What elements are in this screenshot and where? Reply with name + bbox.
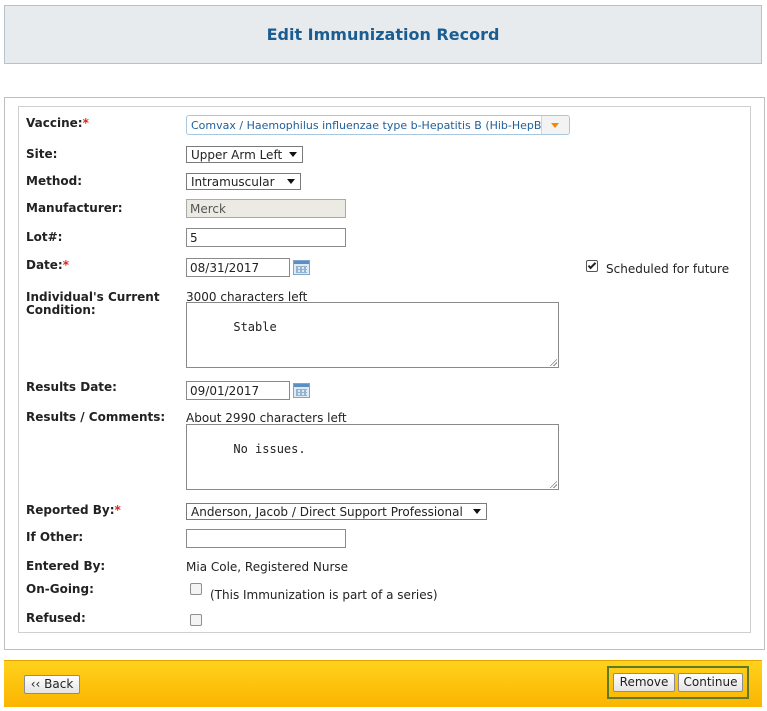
condition-textarea[interactable]: Stable <box>186 302 559 368</box>
entered-by-value: Mia Cole, Registered Nurse <box>186 560 349 574</box>
refused-checkbox[interactable] <box>190 614 202 626</box>
checkmark-icon <box>587 260 597 270</box>
reported-by-label-text: Reported By: <box>26 503 115 517</box>
action-button-group: Remove Continue <box>607 666 749 699</box>
vaccine-label-text: Vaccine: <box>26 116 83 130</box>
vaccine-label: Vaccine:* <box>26 117 89 130</box>
reported-by-select[interactable]: Anderson, Jacob / Direct Support Profess… <box>186 503 487 520</box>
scheduled-future-checkbox[interactable] <box>586 260 598 272</box>
lot-field[interactable]: 5 <box>186 228 346 247</box>
back-button[interactable]: ‹‹ Back <box>24 675 80 694</box>
page-title: Edit Immunization Record <box>266 25 500 44</box>
continue-button[interactable]: Continue <box>678 673 743 692</box>
if-other-label: If Other: <box>26 530 84 544</box>
condition-label: Individual's Current Condition: <box>26 291 160 317</box>
results-date-field[interactable]: 09/01/2017 <box>186 381 290 400</box>
results-date-label: Results Date: <box>26 380 117 394</box>
refused-label: Refused: <box>26 611 86 625</box>
manufacturer-field: Merck <box>186 199 346 218</box>
vaccine-combobox[interactable]: Comvax / Haemophilus influenzae type b-H… <box>186 115 570 135</box>
vaccine-value: Comvax / Haemophilus influenzae type b-H… <box>191 119 546 132</box>
chevron-down-icon <box>473 509 481 514</box>
remove-button[interactable]: Remove <box>613 673 675 692</box>
condition-label-line2: Condition: <box>26 303 96 317</box>
vaccine-dropdown-button[interactable] <box>541 116 569 134</box>
chevron-down-icon <box>551 123 559 128</box>
ongoing-checkbox[interactable] <box>190 583 202 595</box>
reported-by-value: Anderson, Jacob / Direct Support Profess… <box>191 505 463 519</box>
lot-label: Lot#: <box>26 230 63 244</box>
condition-text: Stable <box>233 320 277 334</box>
footer-bar: ‹‹ Back Remove Continue <box>4 660 762 707</box>
page-header: Edit Immunization Record <box>4 5 762 64</box>
ongoing-checkbox-text: (This Immunization is part of a series) <box>210 588 438 602</box>
method-label: Method: <box>26 174 82 188</box>
resize-grip-icon[interactable] <box>549 358 557 366</box>
results-comments-label: Results / Comments: <box>26 410 166 424</box>
scheduled-future-label: Scheduled for future <box>606 262 730 276</box>
site-label: Site: <box>26 147 58 161</box>
results-comments-text: No issues. <box>233 442 306 456</box>
reported-by-label: Reported By:* <box>26 504 121 517</box>
method-value: Intramuscular <box>191 175 275 189</box>
ongoing-label: On-Going: <box>26 582 94 596</box>
entered-by-label: Entered By: <box>26 559 106 573</box>
form-container: Vaccine:* Comvax / Haemophilus influenza… <box>4 97 765 650</box>
required-mark: * <box>82 116 89 130</box>
method-select[interactable]: Intramuscular <box>186 173 301 190</box>
resize-grip-icon[interactable] <box>549 480 557 488</box>
site-select[interactable]: Upper Arm Left <box>186 146 303 163</box>
date-label-text: Date: <box>26 258 63 272</box>
required-mark: * <box>62 258 70 272</box>
site-value: Upper Arm Left <box>191 148 283 162</box>
date-field[interactable]: 08/31/2017 <box>186 258 290 277</box>
calendar-icon[interactable] <box>293 260 310 275</box>
form-panel: Vaccine:* Comvax / Haemophilus influenza… <box>18 106 751 633</box>
calendar-icon[interactable] <box>293 383 310 398</box>
chevron-down-icon <box>289 152 297 157</box>
results-comments-counter: About 2990 characters left <box>186 411 347 425</box>
required-mark: * <box>114 503 121 517</box>
manufacturer-label: Manufacturer: <box>26 201 123 215</box>
date-label: Date:* <box>26 259 69 272</box>
if-other-field[interactable] <box>186 529 346 548</box>
chevron-down-icon <box>287 179 295 184</box>
results-comments-textarea[interactable]: No issues. <box>186 424 559 490</box>
